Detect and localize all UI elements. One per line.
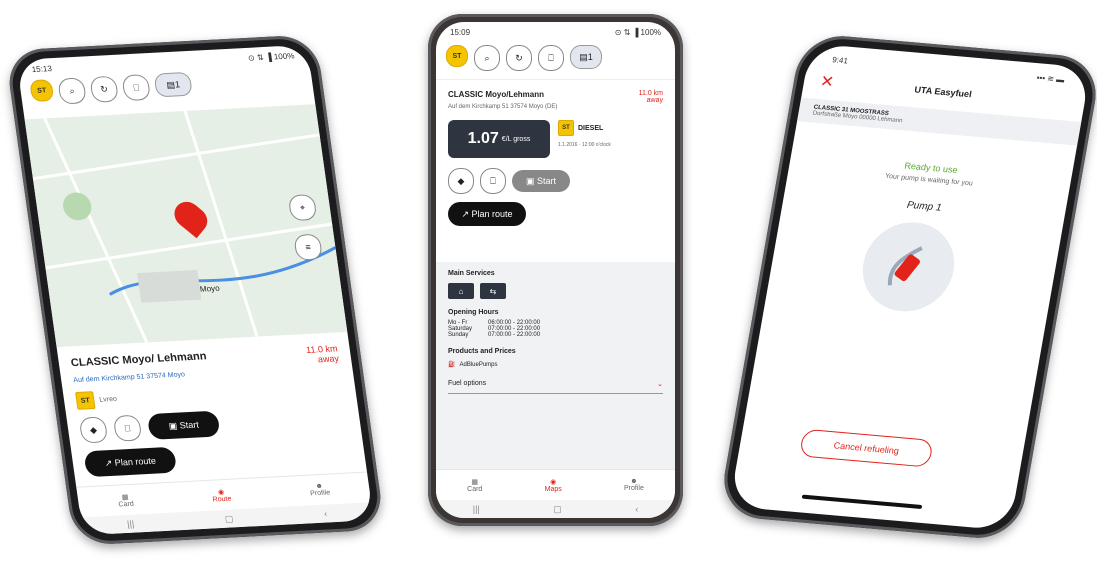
system-nav: ||| ▢ ‹ <box>436 500 675 518</box>
fuel-options-label: Fuel options <box>448 380 487 387</box>
back-icon[interactable]: ‹ <box>323 509 327 519</box>
shop-icon: ⌂ <box>448 283 474 299</box>
card-icon: ▦ <box>471 478 479 486</box>
status-time: 15:09 <box>450 28 471 37</box>
bookmark-icon[interactable]: ⎕ <box>538 45 564 71</box>
fuel-badge: ST <box>75 391 96 410</box>
pump-nozzle-icon <box>855 218 962 316</box>
product-item: AdBluePumps <box>459 361 498 368</box>
right-screen: 9:41 ▪▪▪ ≋ ▬ ✕ UTA Easyfuel CLASSIC 31 M… <box>729 43 1091 531</box>
app-title: UTA Easyfuel <box>913 84 973 100</box>
search-icon[interactable]: ⌕ <box>474 45 500 71</box>
bookmark-icon[interactable]: ⎕ <box>121 74 152 102</box>
recent-apps-icon[interactable]: ||| <box>473 504 480 514</box>
filter-count: 1 <box>587 52 593 62</box>
chevron-down-icon: ⌄ <box>657 381 663 388</box>
save-icon[interactable]: ⎕ <box>480 168 506 194</box>
home-indicator[interactable] <box>801 494 923 510</box>
nav-profile-label: Profile <box>309 489 331 498</box>
opening-hours-title: Opening Hours <box>448 309 499 316</box>
fuel-label: Lvreo <box>98 395 118 404</box>
plan-route-label: Plan route <box>114 455 157 468</box>
plan-route-label: Plan route <box>471 209 513 219</box>
filter-count: 1 <box>174 79 181 90</box>
home-icon[interactable]: ▢ <box>553 504 562 515</box>
home-icon[interactable]: ▢ <box>224 513 234 524</box>
fuel-type: DIESEL <box>578 124 604 132</box>
right-phone: 9:41 ▪▪▪ ≋ ▬ ✕ UTA Easyfuel CLASSIC 31 M… <box>717 32 1097 542</box>
hours-table: Mo - Fr 06:00:00 - 22:00:00 Saturday 07:00… <box>448 320 663 338</box>
hours-row: Sunday 07:00:00 - 22:00:00 <box>448 332 663 338</box>
nav-profile-label: Profile <box>624 485 644 492</box>
center-screen: 15:09 ⊙ ⇅ ▐ 100% ST ⌕ ↻ ⎕ ▤ 1 CLASSIC Mo… <box>436 22 675 518</box>
refresh-icon[interactable]: ↻ <box>89 75 120 103</box>
station-name: CLASSIC Moyo/Lehmann <box>448 90 545 99</box>
station-brand-badge[interactable]: ST <box>29 79 55 103</box>
status-bar: 15:09 ⊙ ⇅ ▐ 100% <box>436 22 675 37</box>
station-brand-badge[interactable]: ST <box>446 45 468 67</box>
map-view[interactable]: Moyo ⌖ ≡ <box>24 104 348 348</box>
refresh-icon[interactable]: ↻ <box>506 45 532 71</box>
top-toolbar: ST ⌕ ↻ ⎕ ▤ 1 <box>436 37 675 79</box>
cancel-label: Cancel refueling <box>832 440 900 456</box>
nav-profile[interactable]: ☻ Profile <box>624 470 644 500</box>
fuel-badge: ST <box>558 120 574 136</box>
pump-label: Pump 1 <box>905 199 943 214</box>
recent-apps-icon[interactable]: ||| <box>126 519 134 529</box>
nav-card[interactable]: ▦ Card <box>467 470 482 500</box>
status-time: 9:41 <box>831 55 849 66</box>
profile-icon: ☻ <box>630 478 638 485</box>
pump-icon: ⛽ <box>448 362 456 368</box>
search-icon[interactable]: ⌕ <box>57 77 87 105</box>
save-icon[interactable]: ⎕ <box>112 414 143 442</box>
wash-icon: ⇆ <box>480 283 506 299</box>
price-date: 1.1.2016 · 12:00 o'clock <box>558 142 611 148</box>
start-button[interactable]: ▣ Start <box>512 170 570 192</box>
map-town-label: Moyo <box>199 283 221 294</box>
nav-card[interactable]: ▦ Card <box>116 485 135 516</box>
price-value: 1.07 <box>467 130 499 147</box>
plan-route-button[interactable]: ↗ Plan route <box>83 446 178 478</box>
status-icons: ⊙ ⇅ ▐ 100% <box>614 28 661 37</box>
nav-route[interactable]: ◉ Route <box>210 480 233 511</box>
start-label: Start <box>179 419 200 431</box>
back-icon[interactable]: ‹ <box>635 504 638 514</box>
maps-icon: ◉ <box>550 478 557 486</box>
status-time: 15:13 <box>31 64 53 75</box>
station-card: CLASSIC Moyo/ Lehmann 11.0 km away Auf d… <box>57 337 366 484</box>
nav-profile[interactable]: ☻ Profile <box>308 475 332 506</box>
nav-maps[interactable]: ◉ Maps <box>545 470 562 500</box>
navigate-icon[interactable]: ◆ <box>78 416 109 444</box>
filter-chip[interactable]: ▤ 1 <box>153 71 193 98</box>
left-phone: 15:13 ⊙ ⇅ ▐ 100% ST ⌕ ↻ ⎕ ▤ 1 Moyo ⌖ ≡ C… <box>4 34 386 546</box>
nav-card-label: Card <box>117 500 135 508</box>
products-title: Products and Prices <box>448 348 516 355</box>
left-screen: 15:13 ⊙ ⇅ ▐ 100% ST ⌕ ↻ ⎕ ▤ 1 Moyo ⌖ ≡ C… <box>16 44 374 536</box>
main-services-title: Main Services <box>448 270 495 277</box>
distance-label: 11.0 km away <box>305 343 340 365</box>
station-header: CLASSIC Moyo/Lehmann 11.0 km away Auf de… <box>436 79 675 110</box>
fuel-options-row[interactable]: Fuel options ⌄ <box>448 380 663 394</box>
cancel-refueling-button[interactable]: Cancel refueling <box>798 428 934 468</box>
hours-time: 07:00:00 - 22:00:00 <box>488 332 541 338</box>
start-label: Start <box>537 176 557 186</box>
nav-card-label: Card <box>467 485 483 493</box>
nav-route-label: Route <box>212 495 232 504</box>
navigate-icon[interactable]: ◆ <box>448 168 474 194</box>
filter-chip[interactable]: ▤ 1 <box>570 45 602 69</box>
center-phone: 15:09 ⊙ ⇅ ▐ 100% ST ⌕ ↻ ⎕ ▤ 1 CLASSIC Mo… <box>428 14 683 526</box>
hours-day: Sunday <box>448 332 469 338</box>
nav-maps-label: Maps <box>544 485 562 493</box>
details-panel: Main Services ⌂ ⇆ Opening Hours Mo - Fr 0… <box>436 262 675 470</box>
price-unit: €/L gross <box>501 135 531 143</box>
bottom-nav: ▦ Card ◉ Maps ☻ Profile <box>436 469 675 500</box>
start-button[interactable]: ▣ Start <box>146 410 221 440</box>
plan-route-button[interactable]: ↗ Plan route <box>448 202 526 226</box>
distance-label: 11.0 km away <box>638 90 663 104</box>
price-box: 1.07 €/L gross <box>448 120 550 158</box>
